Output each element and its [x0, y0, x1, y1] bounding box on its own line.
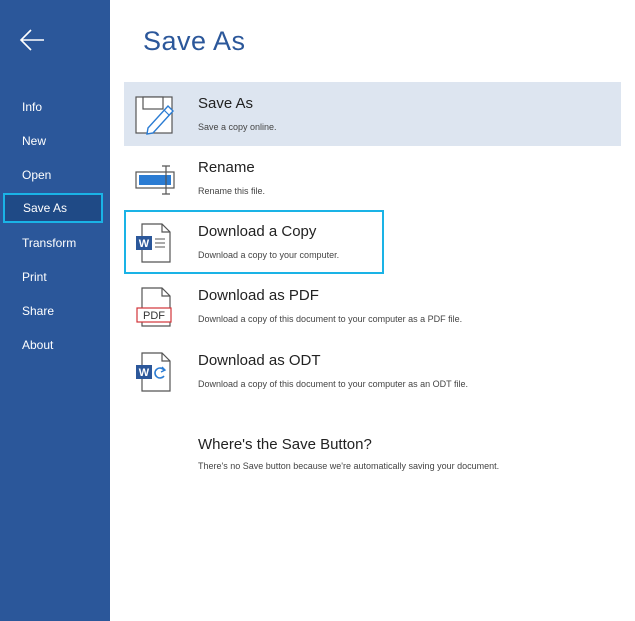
download-copy-label: Download a Copy: [198, 223, 317, 240]
download-pdf-option[interactable]: PDF Download as PDF Download a copy of t…: [124, 274, 621, 338]
word-document-icon: W: [134, 222, 176, 264]
sidebar-item-about[interactable]: About: [0, 330, 104, 360]
download-copy-description: Download a copy to your computer.: [198, 250, 340, 260]
back-button[interactable]: [18, 28, 58, 64]
svg-text:W: W: [139, 367, 150, 379]
download-odt-label: Download as ODT: [198, 352, 321, 369]
sidebar: Info New Open Save As Transform Print Sh…: [0, 0, 110, 621]
save-as-description: Save a copy online.: [198, 122, 277, 132]
rename-icon: [134, 158, 176, 200]
download-odt-description: Download a copy of this document to your…: [198, 379, 468, 389]
rename-label: Rename: [198, 159, 255, 176]
sidebar-item-share[interactable]: Share: [0, 296, 104, 326]
sidebar-item-save-as[interactable]: Save As: [3, 193, 103, 223]
odt-document-icon: W: [134, 351, 176, 393]
download-pdf-description: Download a copy of this document to your…: [198, 314, 463, 324]
save-as-option[interactable]: Save As Save a copy online.: [124, 82, 621, 146]
sidebar-item-print[interactable]: Print: [0, 262, 104, 292]
download-odt-option[interactable]: W Download as ODT Download a copy of thi…: [124, 339, 621, 403]
sidebar-item-info[interactable]: Info: [0, 92, 104, 122]
download-copy-option[interactable]: W Download a Copy Download a copy to you…: [124, 210, 384, 274]
back-arrow-icon: [19, 29, 44, 51]
pdf-document-icon: PDF: [134, 286, 176, 328]
page-title: Save As: [143, 26, 246, 56]
save-as-icon: [134, 94, 176, 136]
sidebar-item-open[interactable]: Open: [0, 160, 104, 190]
pdf-icon-text: PDF: [143, 310, 165, 322]
download-pdf-label: Download as PDF: [198, 287, 319, 304]
help-heading: Where's the Save Button?: [198, 436, 372, 453]
sidebar-item-transform[interactable]: Transform: [0, 228, 104, 258]
svg-text:W: W: [139, 238, 150, 250]
help-text: There's no Save button because we're aut…: [198, 461, 500, 471]
sidebar-item-new[interactable]: New: [0, 126, 104, 156]
rename-option[interactable]: Rename Rename this file.: [124, 146, 621, 210]
save-as-label: Save As: [198, 95, 254, 112]
rename-description: Rename this file.: [198, 186, 266, 196]
